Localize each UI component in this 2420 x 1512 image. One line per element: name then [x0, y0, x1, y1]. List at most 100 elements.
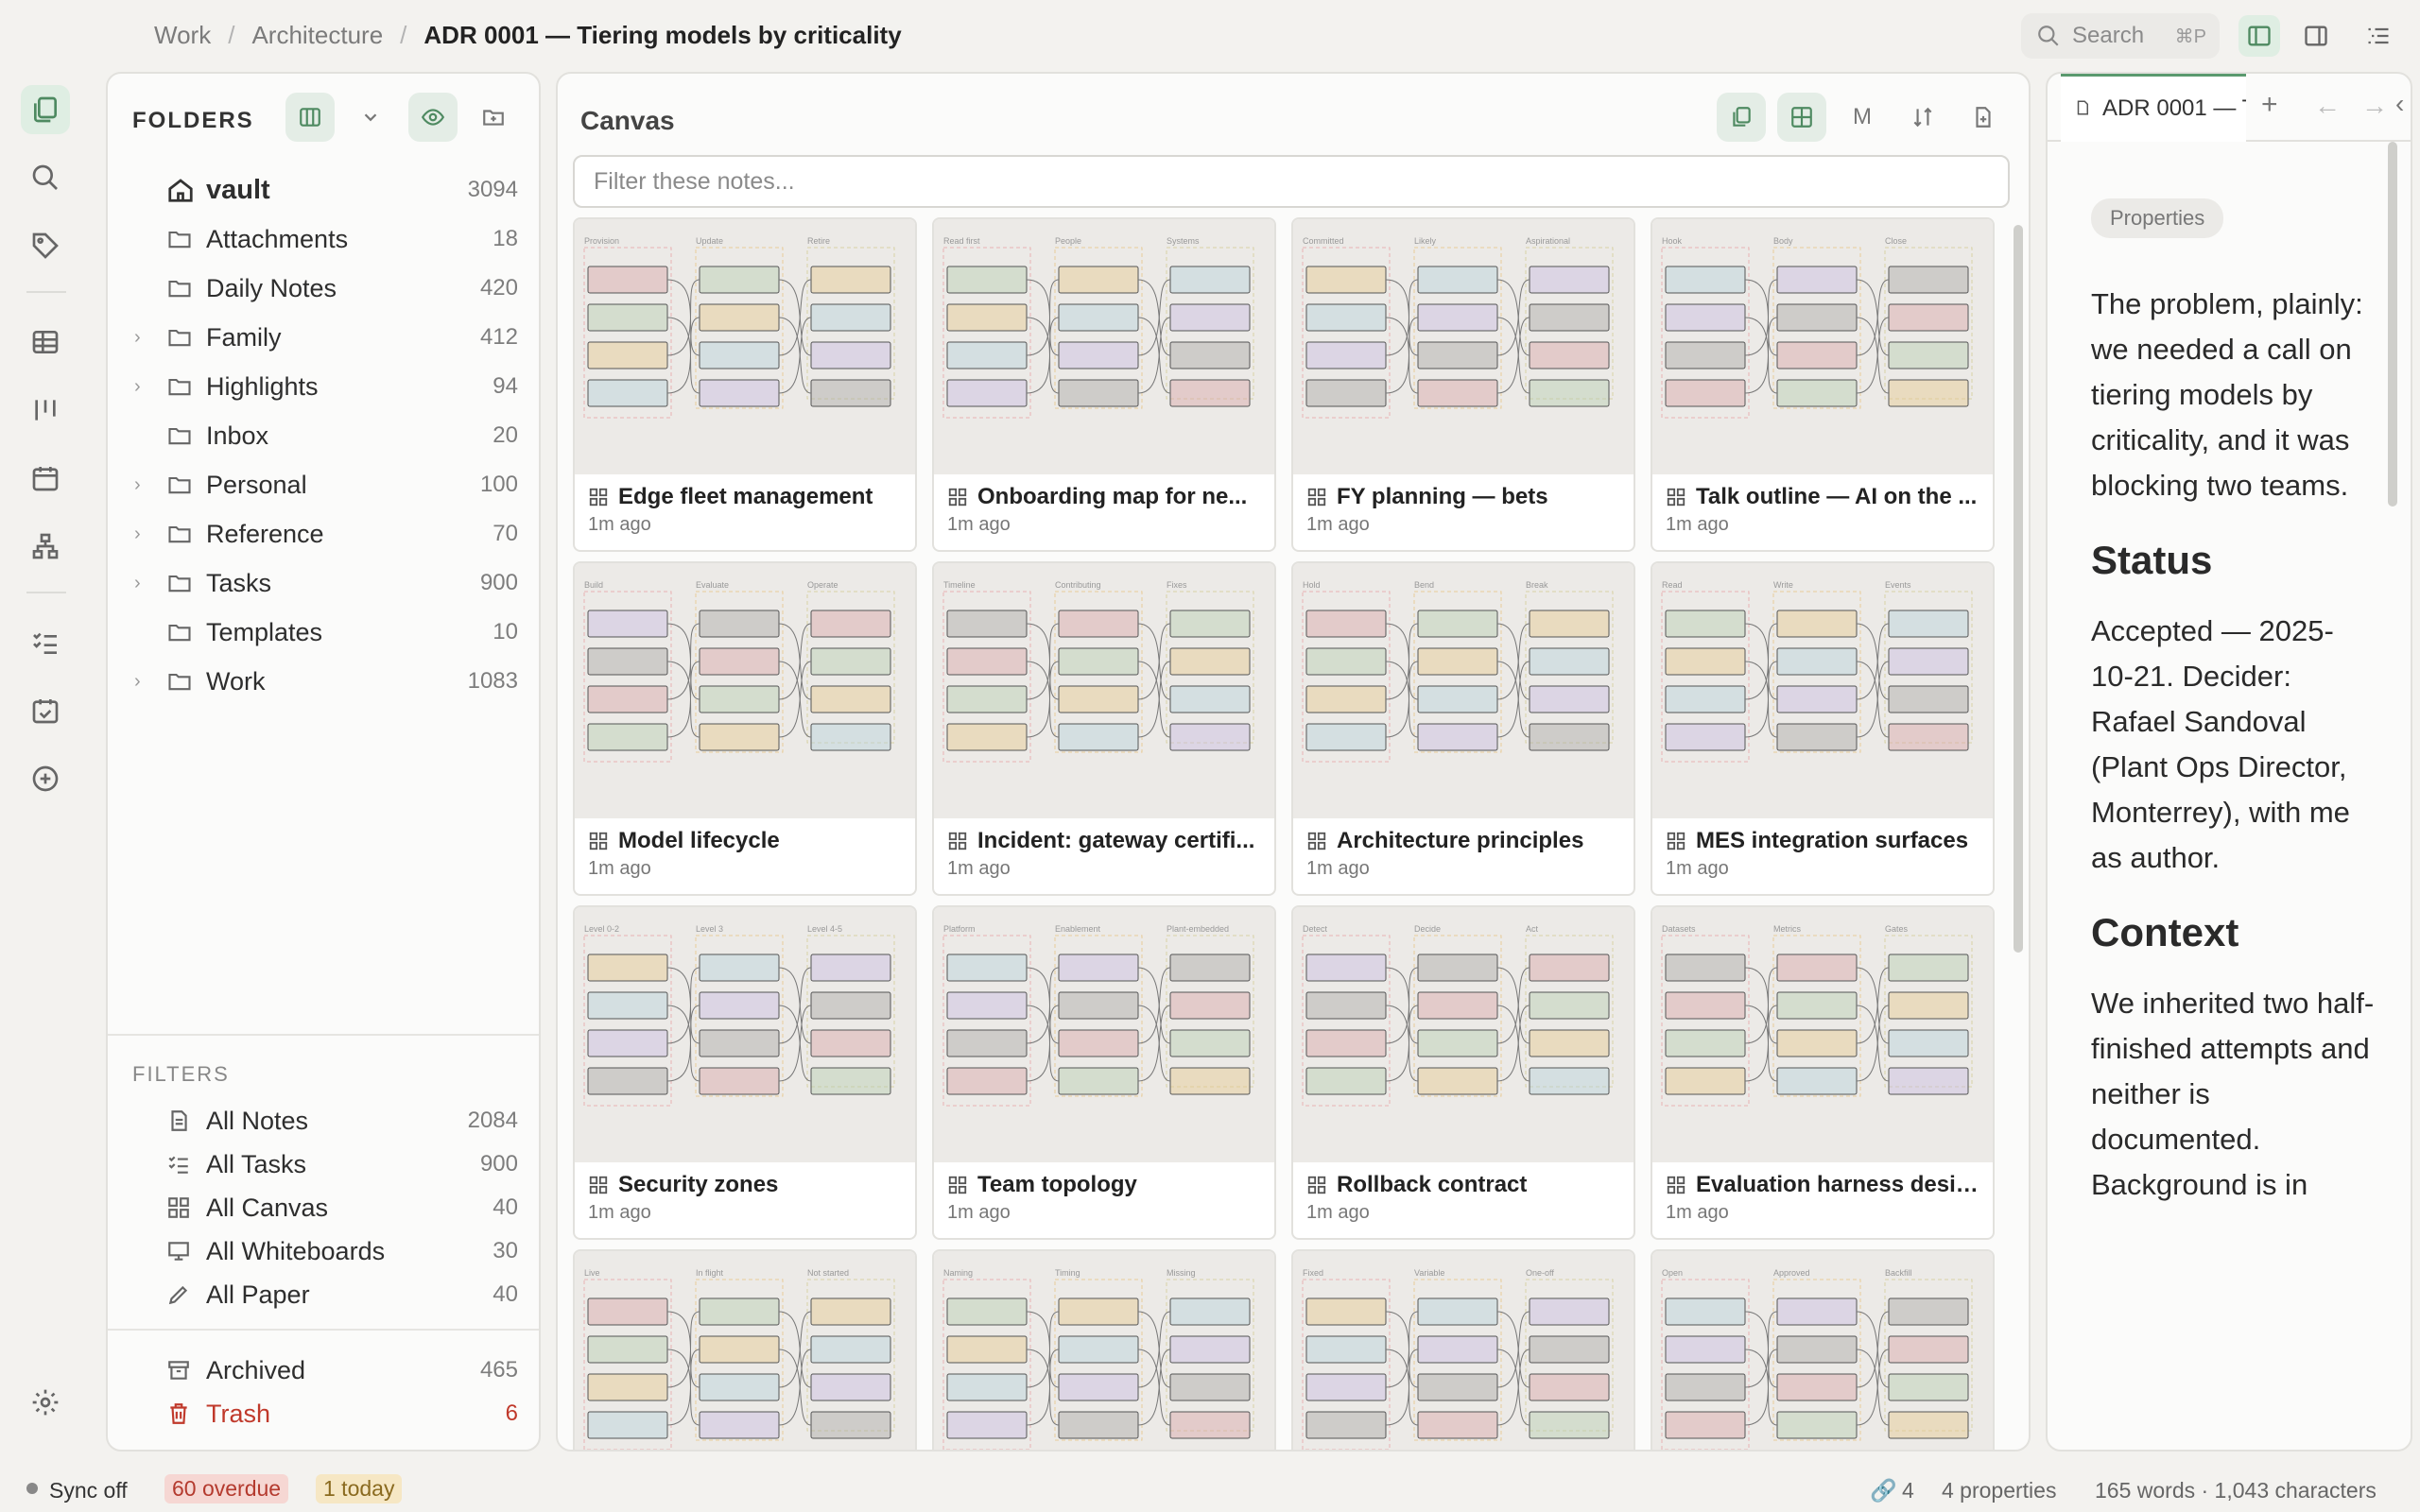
folder-item[interactable]: vault 3094 — [108, 165, 539, 215]
canvas-card[interactable]: Live In flight Not started — [573, 1249, 917, 1450]
canvas-scrollbar[interactable] — [2014, 225, 2023, 953]
archived-item[interactable]: Archived 465 — [108, 1346, 539, 1395]
filter-item[interactable]: All Tasks 900 — [108, 1140, 539, 1189]
folder-item[interactable]: › Personal 100 — [108, 460, 539, 509]
whiteboard-icon — [166, 1237, 195, 1265]
canvas-card[interactable]: Hook Body Close Talk outline — AI on the ..… — [1651, 217, 1995, 552]
rail-table-button[interactable] — [21, 318, 70, 367]
canvas-card[interactable]: Open Approved Backfill — [1651, 1249, 1995, 1450]
chevron-right-icon[interactable]: › — [134, 376, 141, 398]
canvas-card[interactable]: Committed Likely Aspirational FY planning —… — [1291, 217, 1635, 552]
filters-heading: FILTERS — [132, 1062, 230, 1086]
note-icon — [166, 1107, 195, 1135]
folder-icon — [166, 421, 195, 450]
svg-text:Contributing: Contributing — [1055, 580, 1101, 590]
sync-status[interactable]: Sync off — [49, 1478, 128, 1503]
trash-item[interactable]: Trash 6 — [108, 1389, 539, 1438]
sort-modified-button[interactable]: M — [1838, 93, 1887, 142]
breadcrumb-current: ADR 0001 — Tiering models by criticality — [424, 21, 902, 49]
filter-item[interactable]: All Notes 2084 — [108, 1096, 539, 1145]
folder-item[interactable]: Daily Notes 420 — [108, 264, 539, 313]
chevron-left-icon[interactable]: ‹ — [2395, 89, 2404, 119]
folder-item[interactable]: › Highlights 94 — [108, 362, 539, 411]
breadcrumb-architecture[interactable]: Architecture — [251, 21, 383, 50]
canvas-card[interactable]: Build Evaluate Operate Model lifecycle 1m ag… — [573, 561, 917, 896]
canvas-card[interactable]: Naming Timing Missing — [932, 1249, 1276, 1450]
breadcrumb-work[interactable]: Work — [154, 21, 211, 50]
toggle-right-sidebar-button[interactable] — [2295, 15, 2337, 57]
filter-label: All Whiteboards — [206, 1236, 386, 1265]
folder-item[interactable]: Inbox 20 — [108, 411, 539, 460]
canvas-card[interactable]: Timeline Contributing Fixes Incident: gatew… — [932, 561, 1276, 896]
tab-title: ADR 0001 — Tiering models by criticality — [2102, 95, 2246, 121]
chevron-right-icon[interactable]: › — [134, 573, 141, 594]
chevron-right-icon[interactable]: › — [134, 524, 141, 545]
canvas-card[interactable]: Provision Update Retire Edge fleet manageme… — [573, 217, 917, 552]
toggle-left-sidebar-button[interactable] — [2238, 15, 2280, 57]
new-folder-button[interactable] — [469, 93, 518, 142]
canvas-card[interactable]: Read first People Systems Onboarding map fo… — [932, 217, 1276, 552]
columns-view-button[interactable] — [285, 93, 335, 142]
note-scrollbar[interactable] — [2388, 142, 2397, 507]
card-timestamp: 1m ago — [1306, 1202, 1370, 1223]
svg-text:Likely: Likely — [1414, 236, 1437, 246]
rail-tags-button[interactable] — [21, 221, 70, 270]
search-button[interactable]: Search ⌘P — [2021, 13, 2220, 59]
copy-view-button[interactable] — [1717, 93, 1766, 142]
folder-item[interactable]: › Reference 70 — [108, 509, 539, 558]
canvas-card[interactable]: Level 0-2 Level 3 Level 4-5 Security zones 1… — [573, 905, 917, 1240]
svg-text:Fixes: Fixes — [1167, 580, 1187, 590]
checklist-icon — [33, 632, 57, 654]
canvas-card[interactable]: Datasets Metrics Gates Evaluation harness d… — [1651, 905, 1995, 1240]
folder-item[interactable]: › Tasks 900 — [108, 558, 539, 608]
rail-search-button[interactable] — [21, 153, 70, 202]
canvas-card[interactable]: Platform Enablement Plant-embedded Team top… — [932, 905, 1276, 1240]
back-arrow-icon[interactable]: ← — [2314, 91, 2341, 121]
svg-text:Detect: Detect — [1303, 924, 1328, 934]
rail-daily-button[interactable] — [21, 686, 70, 735]
filter-item[interactable]: All Whiteboards 30 — [108, 1227, 539, 1276]
new-note-button[interactable] — [1959, 93, 2008, 142]
gear-icon — [32, 1389, 59, 1416]
rail-tasks-button[interactable] — [21, 618, 70, 667]
canvas-card[interactable]: Detect Decide Act Rollback contract 1m ago — [1291, 905, 1635, 1240]
rail-graph-button[interactable] — [21, 522, 70, 571]
rail-files-button[interactable] — [21, 85, 70, 134]
folders-menu-button[interactable] — [346, 93, 395, 142]
canvas-card[interactable]: Hold Bend Break Architecture principles 1m a… — [1291, 561, 1635, 896]
rail-calendar-button[interactable] — [21, 454, 70, 503]
overdue-badge[interactable]: 60 overdue — [164, 1474, 289, 1503]
folder-item[interactable]: Attachments 18 — [108, 215, 539, 264]
svg-text:Read: Read — [1662, 580, 1683, 590]
canvas-thumbnail: Level 0-2 Level 3 Level 4-5 — [575, 907, 915, 1162]
folder-label: Templates — [206, 617, 323, 646]
canvas-card[interactable]: Read Write Events MES integration surfaces 1… — [1651, 561, 1995, 896]
chevron-right-icon[interactable]: › — [134, 327, 141, 349]
rail-settings-button[interactable] — [21, 1378, 70, 1427]
filter-count: 40 — [493, 1194, 518, 1220]
chevron-right-icon[interactable]: › — [134, 474, 141, 496]
filter-input[interactable]: Filter these notes... — [573, 155, 2010, 208]
svg-text:Systems: Systems — [1167, 236, 1200, 246]
new-tab-button[interactable]: + — [2261, 89, 2278, 121]
svg-text:Hold: Hold — [1303, 580, 1321, 590]
canvas-icon — [1666, 831, 1686, 856]
chevron-right-icon[interactable]: › — [134, 671, 141, 693]
forward-arrow-icon[interactable]: → — [2361, 91, 2388, 121]
svg-text:Bend: Bend — [1414, 580, 1434, 590]
folder-item[interactable]: Templates 10 — [108, 608, 539, 657]
sort-order-button[interactable] — [1898, 93, 1947, 142]
folder-item[interactable]: › Family 412 — [108, 313, 539, 362]
svg-text:Live: Live — [584, 1268, 600, 1278]
outline-button[interactable] — [2358, 15, 2399, 57]
filter-item[interactable]: All Paper 40 — [108, 1270, 539, 1319]
canvas-card[interactable]: Fixed Variable One-off — [1291, 1249, 1635, 1450]
grid-view-button[interactable] — [1777, 93, 1826, 142]
filter-item[interactable]: All Canvas 40 — [108, 1183, 539, 1232]
rail-kanban-button[interactable] — [21, 386, 70, 435]
rail-new-button[interactable] — [21, 754, 70, 803]
folder-item[interactable]: › Work 1083 — [108, 657, 539, 706]
today-badge[interactable]: 1 today — [316, 1474, 403, 1503]
show-hidden-button[interactable] — [408, 93, 458, 142]
properties-toggle[interactable]: Properties — [2091, 198, 2224, 238]
